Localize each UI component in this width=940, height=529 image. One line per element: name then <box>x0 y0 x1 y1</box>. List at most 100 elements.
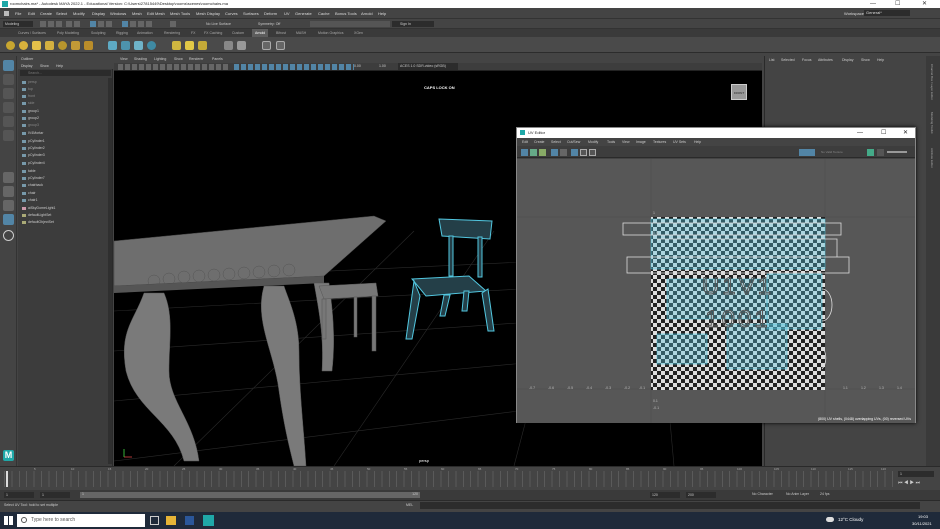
clock-time[interactable]: 19:03 <box>918 514 928 519</box>
view-cube[interactable]: FRONT <box>731 84 747 100</box>
fps-label[interactable]: 24 fps <box>820 492 830 496</box>
shelf-option-icon[interactable] <box>262 41 271 50</box>
mel-label[interactable]: MEL <box>406 503 413 507</box>
list-item[interactable]: table <box>22 169 36 173</box>
gamma-field[interactable]: 1.00 <box>379 64 386 68</box>
tab-channel-box[interactable]: Channel Box / Layer Editor <box>930 64 934 100</box>
menu-generate[interactable]: Generate <box>295 11 312 16</box>
cb-menu-focus[interactable]: Focus <box>802 58 812 62</box>
arnold-license-icon[interactable] <box>237 41 246 50</box>
menu-edit-mesh[interactable]: Edit Mesh <box>147 11 165 16</box>
uv-checker-icon[interactable] <box>551 149 558 156</box>
list-item[interactable]: top <box>22 87 33 91</box>
menu-uv[interactable]: UV <box>284 11 290 16</box>
uv-texture-icon[interactable] <box>571 149 578 156</box>
photometric-light-icon[interactable] <box>45 41 54 50</box>
list-item[interactable]: side <box>22 101 34 105</box>
uv-toggle-icon[interactable] <box>521 149 528 156</box>
sign-in-button[interactable]: Sign In <box>392 21 434 27</box>
flush-cache-icon[interactable] <box>172 41 181 50</box>
export-standin-icon[interactable] <box>185 41 194 50</box>
select-by-component-icon[interactable] <box>106 21 112 27</box>
snap-point-icon[interactable] <box>138 21 144 27</box>
list-item[interactable]: IV4Mortar <box>22 131 43 135</box>
uv-canvas[interactable]: U1V1 1001 1 0.9 0.1 -0.1 -0.7 -0.6 -0.5 … <box>517 159 915 423</box>
volume-icon[interactable] <box>121 41 130 50</box>
menu-file[interactable]: File <box>15 11 21 16</box>
list-item[interactable]: group2 <box>22 116 39 120</box>
windows-start-icon[interactable] <box>4 516 13 525</box>
arnold-settings-icon[interactable] <box>224 41 233 50</box>
uv-menu-edit[interactable]: Edit <box>522 140 528 144</box>
symmetry-label[interactable]: Symmetry: Off <box>258 22 280 26</box>
shelf-tab-poly-modeling[interactable]: Poly Modeling <box>57 31 79 35</box>
select-by-hierarchy-icon[interactable] <box>90 21 96 27</box>
outliner-scrollbar[interactable] <box>108 78 112 464</box>
uv-menu-image[interactable]: Image <box>636 140 646 144</box>
cb-menu-display[interactable]: Display <box>842 58 853 62</box>
list-item[interactable]: pCylinder3 <box>22 153 45 157</box>
anim-end-field[interactable]: 200 <box>686 492 716 498</box>
menu-curves[interactable]: Curves <box>225 11 238 16</box>
uv-image-icon[interactable] <box>799 149 815 156</box>
curve-collector-icon[interactable] <box>134 41 143 50</box>
mesh-light-icon[interactable] <box>32 41 41 50</box>
clock-date[interactable]: 30/11/2021 <box>912 521 932 526</box>
uv-camera-icon[interactable] <box>589 149 596 156</box>
uv-menu-textures[interactable]: Textures <box>653 140 666 144</box>
physical-sky-icon[interactable] <box>71 41 80 50</box>
menu-deform[interactable]: Deform <box>264 11 277 16</box>
shelf-tab-xgen[interactable]: XGen <box>354 31 363 35</box>
search-icon[interactable] <box>3 230 14 241</box>
list-item[interactable]: aiSkyDomeLight1 <box>22 206 55 210</box>
cb-menu-list[interactable]: List <box>769 58 774 62</box>
select-by-object-icon[interactable] <box>98 21 104 27</box>
shelf-tab-mash[interactable]: MASH <box>296 31 306 35</box>
shelf-tab-bifrost[interactable]: Bifrost <box>276 31 286 35</box>
texture-dropdown[interactable]: No Valid Texture <box>821 150 843 154</box>
single-perspective-icon[interactable] <box>3 172 14 183</box>
render-toolbar[interactable] <box>310 21 390 27</box>
list-item[interactable]: pCylinder7 <box>22 176 45 180</box>
menu-mesh-tools[interactable]: Mesh Tools <box>170 11 190 16</box>
list-item[interactable]: chair <box>22 191 36 195</box>
rotate-tool-icon[interactable] <box>3 116 14 127</box>
list-item[interactable]: defaultObjectSet <box>22 220 54 224</box>
menu-select[interactable]: Select <box>56 11 67 16</box>
new-scene-icon[interactable] <box>40 21 46 27</box>
uv-brightness-slider[interactable] <box>887 151 907 153</box>
uv-maximize-button[interactable]: ☐ <box>881 128 886 138</box>
select-tool-icon[interactable] <box>3 60 14 71</box>
anim-layer-label[interactable]: No Anim Layer <box>786 492 809 496</box>
shelf-tab-fx-caching[interactable]: FX Caching <box>204 31 222 35</box>
menu-mesh[interactable]: Mesh <box>132 11 142 16</box>
menu-mesh-display[interactable]: Mesh Display <box>196 11 220 16</box>
scale-tool-icon[interactable] <box>3 130 14 141</box>
uv-close-button[interactable]: ✕ <box>903 128 908 138</box>
shelf-tab-fx[interactable]: FX <box>191 31 195 35</box>
outliner-search-input[interactable]: Search... <box>20 70 111 76</box>
list-item[interactable]: front <box>22 94 35 98</box>
uv-menu-tools[interactable]: Tools <box>607 140 615 144</box>
list-item[interactable]: pCylinder4 <box>22 161 45 165</box>
paint-select-tool-icon[interactable] <box>3 88 14 99</box>
outliner-menu-help[interactable]: Help <box>56 64 63 68</box>
vp-menu-shading[interactable]: Shading <box>134 57 147 61</box>
uv-menu-cut-sew[interactable]: Cut/Sew <box>567 140 580 144</box>
light-portal-icon[interactable] <box>84 41 93 50</box>
mode-dropdown[interactable]: Modeling <box>3 21 33 27</box>
uv-menu-help[interactable]: Help <box>694 140 701 144</box>
standin-icon[interactable] <box>108 41 117 50</box>
cb-menu-show[interactable]: Show <box>861 58 870 62</box>
cb-menu-help[interactable]: Help <box>877 58 884 62</box>
menu-bonus-tools[interactable]: Bonus Tools <box>335 11 357 16</box>
uv-editor-layout-icon[interactable] <box>3 214 14 225</box>
list-item[interactable]: chair1 <box>22 198 38 202</box>
menu-cache[interactable]: Cache <box>318 11 330 16</box>
outliner-menu-display[interactable]: Display <box>21 64 32 68</box>
vp-menu-lighting[interactable]: Lighting <box>154 57 166 61</box>
cb-menu-selected[interactable]: Selected <box>781 58 795 62</box>
range-end-field[interactable]: 120 <box>650 492 680 498</box>
uv-editor-titlebar[interactable]: UV Editor — ☐ ✕ <box>517 128 915 138</box>
snap-plane-icon[interactable] <box>146 21 152 27</box>
